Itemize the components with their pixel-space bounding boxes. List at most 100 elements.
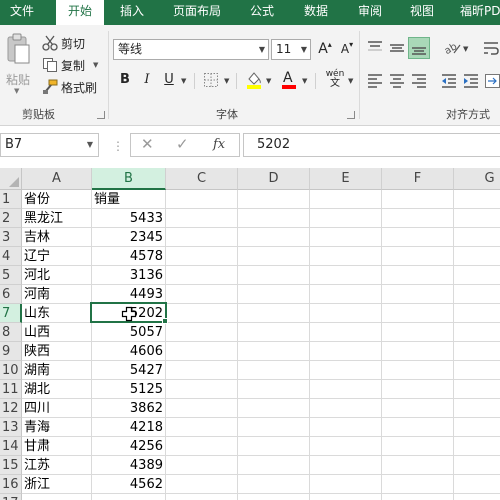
cell-f10[interactable] (382, 361, 454, 380)
insert-function-button[interactable]: fx (213, 137, 225, 152)
cell-d13[interactable] (238, 418, 310, 437)
tab-foxit-pdf[interactable]: 福昕PDF (456, 0, 500, 25)
cell-g11[interactable] (454, 380, 500, 399)
cell-e12[interactable] (310, 399, 382, 418)
cell-c10[interactable] (166, 361, 238, 380)
cell-c16[interactable] (166, 475, 238, 494)
row-header[interactable]: 13 (0, 418, 22, 437)
format-painter-button[interactable]: 格式刷 (42, 77, 97, 97)
italic-button[interactable]: I (138, 70, 156, 90)
row-header[interactable]: 1 (0, 190, 22, 209)
cell-b12[interactable]: 3862 (92, 399, 166, 418)
column-header-f[interactable]: F (382, 168, 454, 190)
cell-g3[interactable] (454, 228, 500, 247)
cell-a8[interactable]: 山西 (22, 323, 92, 342)
cell-d7[interactable] (238, 304, 310, 323)
cell-f3[interactable] (382, 228, 454, 247)
cell-b2[interactable]: 5433 (92, 209, 166, 228)
cell-f4[interactable] (382, 247, 454, 266)
fill-handle[interactable] (162, 318, 168, 324)
select-all-button[interactable] (0, 168, 22, 190)
column-header-g[interactable]: G (454, 168, 500, 190)
cell-a3[interactable]: 吉林 (22, 228, 92, 247)
cell-c17[interactable] (166, 494, 238, 500)
cell-a1[interactable]: 省份 (22, 190, 92, 209)
cell-g10[interactable] (454, 361, 500, 380)
cell-f11[interactable] (382, 380, 454, 399)
cell-f1[interactable] (382, 190, 454, 209)
decrease-font-size-button[interactable]: A▾ (337, 39, 357, 59)
cell-d12[interactable] (238, 399, 310, 418)
cell-f9[interactable] (382, 342, 454, 361)
cell-b6[interactable]: 4493 (92, 285, 166, 304)
cell-b10[interactable]: 5427 (92, 361, 166, 380)
underline-dropdown-caret[interactable]: ▼ (181, 77, 186, 85)
cell-e1[interactable] (310, 190, 382, 209)
row-header[interactable]: 2 (0, 209, 22, 228)
cell-e3[interactable] (310, 228, 382, 247)
row-header[interactable]: 12 (0, 399, 22, 418)
phonetic-dropdown-caret[interactable]: ▼ (348, 77, 353, 85)
cell-f8[interactable] (382, 323, 454, 342)
cell-c14[interactable] (166, 437, 238, 456)
cell-d9[interactable] (238, 342, 310, 361)
cell-c9[interactable] (166, 342, 238, 361)
formula-input[interactable]: 5202 (243, 133, 500, 157)
cell-d3[interactable] (238, 228, 310, 247)
cell-c3[interactable] (166, 228, 238, 247)
cell-f6[interactable] (382, 285, 454, 304)
tab-file[interactable]: 文件 (0, 0, 44, 25)
cell-b5[interactable]: 3136 (92, 266, 166, 285)
cell-a11[interactable]: 湖北 (22, 380, 92, 399)
tab-review[interactable]: 审阅 (350, 0, 390, 25)
cell-g14[interactable] (454, 437, 500, 456)
cell-d15[interactable] (238, 456, 310, 475)
cell-f16[interactable] (382, 475, 454, 494)
fill-color-dropdown-caret[interactable]: ▼ (266, 77, 271, 85)
column-header-c[interactable]: C (166, 168, 238, 190)
column-header-a[interactable]: A (22, 168, 92, 190)
row-header[interactable]: 10 (0, 361, 22, 380)
cell-e14[interactable] (310, 437, 382, 456)
tab-formulas[interactable]: 公式 (242, 0, 282, 25)
cancel-icon[interactable]: ✕ (141, 135, 154, 153)
cell-f7[interactable] (382, 304, 454, 323)
row-header[interactable]: 17 (0, 494, 22, 500)
row-header[interactable]: 15 (0, 456, 22, 475)
align-top-icon[interactable] (366, 39, 384, 57)
cell-c1[interactable] (166, 190, 238, 209)
cell-a15[interactable]: 江苏 (22, 456, 92, 475)
cell-d1[interactable] (238, 190, 310, 209)
tab-page-layout[interactable]: 页面布局 (166, 0, 228, 25)
align-bottom-icon[interactable] (408, 37, 430, 59)
cell-e8[interactable] (310, 323, 382, 342)
column-header-b[interactable]: B (92, 168, 166, 190)
cell-e9[interactable] (310, 342, 382, 361)
cell-e10[interactable] (310, 361, 382, 380)
cell-b9[interactable]: 4606 (92, 342, 166, 361)
cell-a4[interactable]: 辽宁 (22, 247, 92, 266)
cell-f12[interactable] (382, 399, 454, 418)
tab-home[interactable]: 开始 (56, 0, 104, 26)
cell-d4[interactable] (238, 247, 310, 266)
paste-button[interactable]: 粘贴 ▼ (4, 33, 32, 95)
cell-b13[interactable]: 4218 (92, 418, 166, 437)
cell-a17[interactable] (22, 494, 92, 500)
cell-f14[interactable] (382, 437, 454, 456)
column-header-d[interactable]: D (238, 168, 310, 190)
font-name-combo[interactable]: 等线 ▼ (113, 39, 269, 60)
align-right-icon[interactable] (410, 72, 428, 90)
cell-b14[interactable]: 4256 (92, 437, 166, 456)
copy-dropdown-caret[interactable]: ▼ (93, 61, 98, 69)
cell-g7[interactable] (454, 304, 500, 323)
row-header[interactable]: 3 (0, 228, 22, 247)
cell-a16[interactable]: 浙江 (22, 475, 92, 494)
phonetic-guide-button[interactable]: wén 文 (323, 69, 347, 91)
cell-b8[interactable]: 5057 (92, 323, 166, 342)
cell-b3[interactable]: 2345 (92, 228, 166, 247)
cell-c5[interactable] (166, 266, 238, 285)
cell-b16[interactable]: 4562 (92, 475, 166, 494)
cell-g9[interactable] (454, 342, 500, 361)
cell-d8[interactable] (238, 323, 310, 342)
cut-button[interactable]: 剪切 (42, 33, 85, 53)
